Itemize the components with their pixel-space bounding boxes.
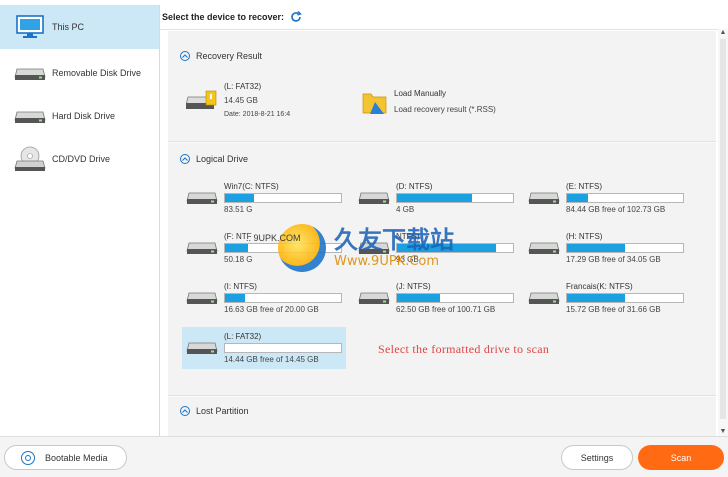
device-list: Recovery Result (L: FAT32) 14.45 GB Date…	[168, 31, 716, 436]
hard-disk-icon	[186, 239, 218, 263]
chevron-up-icon	[180, 154, 190, 164]
drive-name: Francais(K: NTFS)	[566, 282, 633, 291]
bootable-media-label: Bootable Media	[45, 452, 108, 463]
sidebar-item-cd-dvd[interactable]: CD/DVD Drive	[0, 137, 159, 181]
section-title: Lost Partition	[196, 406, 249, 416]
usage-bar	[224, 193, 342, 203]
hard-disk-icon	[528, 189, 560, 213]
disc-icon	[21, 450, 35, 465]
hard-disk-icon	[358, 189, 390, 213]
cd-dvd-icon	[14, 146, 46, 171]
scroll-down-arrow-icon[interactable]: ▼	[718, 428, 728, 436]
load-manually-title: Load Manually	[394, 89, 447, 98]
usage-bar-fill	[567, 194, 588, 202]
usage-bar	[224, 293, 342, 303]
logical-drive-header[interactable]: Logical Drive	[180, 154, 248, 164]
chevron-up-icon	[180, 406, 190, 416]
usage-bar	[566, 193, 684, 203]
usage-bar-fill	[225, 194, 254, 202]
drive-free-space: 14.44 GB free of 14.45 GB	[224, 355, 319, 364]
drive-tile[interactable]: (L: FAT32) 14.44 GB free of 14.45 GB	[182, 327, 346, 369]
usage-bar	[224, 343, 342, 353]
hard-disk-icon	[186, 289, 218, 313]
drive-name: (L: FAT32)	[224, 332, 262, 341]
main-panel: Select the device to recover: Recovery R…	[160, 5, 728, 436]
recovery-result-drive[interactable]: (L: FAT32) 14.45 GB Date: 2018-8-21 16:4	[185, 81, 291, 120]
lost-partition-header[interactable]: Lost Partition	[180, 406, 249, 416]
refresh-icon[interactable]	[290, 11, 302, 23]
page-title: Select the device to recover:	[162, 12, 285, 22]
scrollbar[interactable]: ▲ ▼	[718, 29, 728, 436]
divider	[168, 141, 716, 143]
device-type-sidebar: This PC Removable Disk Drive Hard Disk D…	[0, 5, 160, 436]
load-manually-button[interactable]: Load Manually Load recovery result (*.RS…	[362, 88, 496, 115]
drive-name: (H: NTFS)	[566, 232, 603, 241]
hard-disk-icon	[358, 289, 390, 313]
watermark-url: Www.9UPK.Com	[334, 254, 440, 269]
recovery-result-header[interactable]: Recovery Result	[180, 51, 262, 61]
sidebar-item-label: This PC	[52, 22, 85, 32]
drive-tile[interactable]: (H: NTFS) 17.29 GB free of 34.05 GB	[528, 231, 684, 265]
drive-tile[interactable]: (D: NTFS) 4 GB	[358, 181, 514, 215]
monitor-icon	[14, 15, 46, 39]
section-title: Recovery Result	[196, 51, 263, 61]
drive-tile[interactable]: Francais(K: NTFS) 15.72 GB free of 31.66 …	[528, 281, 684, 315]
load-manually-subtitle: Load recovery result (*.RSS)	[394, 105, 496, 114]
drive-size: 14.45 GB	[224, 96, 258, 105]
drive-free-space: 16.63 GB free of 20.00 GB	[224, 305, 319, 314]
drive-with-result-icon	[185, 89, 218, 113]
hard-disk-icon	[528, 289, 560, 313]
scroll-up-arrow-icon[interactable]: ▲	[718, 29, 728, 37]
sidebar-item-removable-disk[interactable]: Removable Disk Drive	[0, 51, 159, 95]
usage-bar-fill	[567, 294, 625, 302]
folder-icon	[362, 88, 388, 114]
bootable-media-button[interactable]: Bootable Media	[4, 445, 127, 470]
drive-tile[interactable]: (J: NTFS) 62.50 GB free of 100.71 GB	[358, 281, 514, 315]
drive-free-space: 84.44 GB free of 102.73 GB	[566, 205, 666, 214]
hard-disk-icon	[528, 239, 560, 263]
usage-bar-fill	[397, 194, 473, 202]
drive-tile[interactable]: (I: NTFS) 16.63 GB free of 20.00 GB	[186, 281, 342, 315]
section-title: Logical Drive	[196, 154, 249, 164]
removable-disk-icon	[14, 61, 46, 85]
sidebar-item-hard-disk[interactable]: Hard Disk Drive	[0, 94, 159, 138]
usage-bar	[396, 193, 514, 203]
divider	[168, 395, 716, 397]
usage-bar	[566, 243, 684, 253]
usage-bar-fill	[225, 294, 245, 302]
drive-free-space: 62.50 GB free of 100.71 GB	[396, 305, 496, 314]
watermark-small-text: .. 9UPK.COM	[246, 233, 301, 243]
chevron-up-icon	[180, 51, 190, 61]
sidebar-item-label: Hard Disk Drive	[52, 111, 116, 121]
usage-bar-fill	[567, 244, 625, 252]
usage-bar	[396, 293, 514, 303]
drive-name: (L: FAT32)	[224, 82, 262, 91]
device-header: Select the device to recover:	[160, 5, 728, 30]
drive-tile[interactable]: Win7(C: NTFS) 83.51 G	[186, 181, 342, 215]
hard-disk-icon	[14, 104, 46, 128]
usage-bar	[566, 293, 684, 303]
sidebar-item-this-pc[interactable]: This PC	[0, 5, 159, 49]
scrollbar-thumb[interactable]	[720, 39, 726, 419]
hard-disk-icon	[186, 339, 218, 363]
drive-name: (D: NTFS)	[396, 182, 433, 191]
drive-name: (E: NTFS)	[566, 182, 602, 191]
usage-bar-fill	[225, 244, 249, 252]
result-date: Date: 2018-8-21 16:4	[224, 111, 291, 118]
watermark-logo-icon	[278, 224, 326, 272]
drive-name: Win7(C: NTFS)	[224, 182, 279, 191]
hard-disk-icon	[186, 189, 218, 213]
sidebar-item-label: Removable Disk Drive	[52, 68, 142, 78]
footer-bar: Bootable Media Settings Scan	[0, 436, 728, 477]
drive-free-space: 17.29 GB free of 34.05 GB	[566, 255, 661, 264]
watermark: 久友下载站 Www.9UPK.Com	[278, 213, 518, 283]
scan-button[interactable]: Scan	[638, 445, 724, 470]
drive-tile[interactable]: (E: NTFS) 84.44 GB free of 102.73 GB	[528, 181, 684, 215]
watermark-text: 久友下载站	[334, 226, 454, 254]
drive-free-space: 15.72 GB free of 31.66 GB	[566, 305, 661, 314]
settings-button[interactable]: Settings	[561, 445, 633, 470]
instruction-text: Select the formatted drive to scan	[378, 342, 550, 356]
sidebar-item-label: CD/DVD Drive	[52, 154, 111, 164]
usage-bar-fill	[397, 294, 440, 302]
